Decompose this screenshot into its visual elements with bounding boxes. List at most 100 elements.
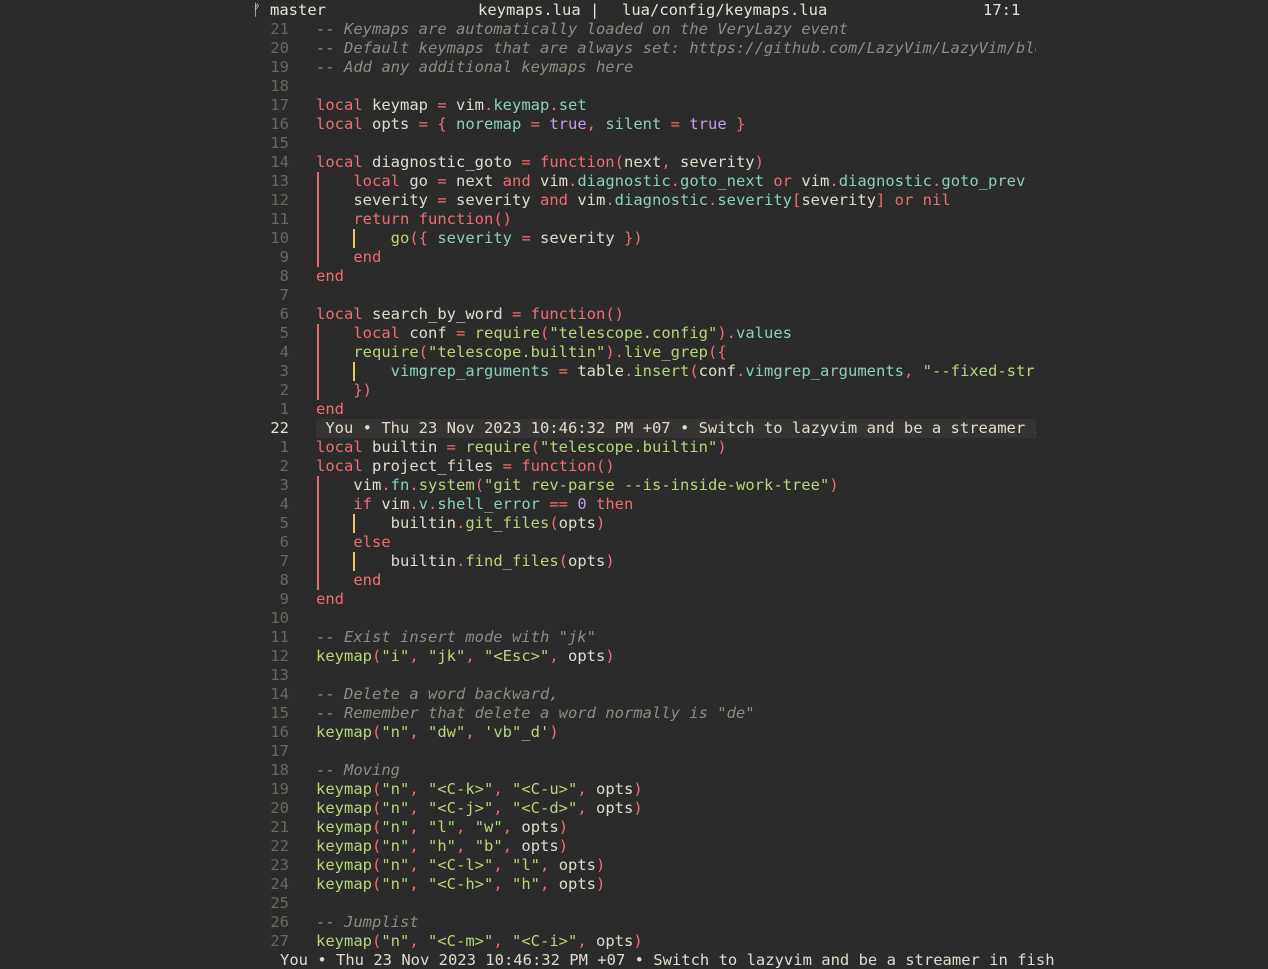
line-number: 17	[270, 96, 289, 114]
code-token: )	[829, 476, 839, 494]
code-token: "telescope.builtin"	[428, 343, 606, 361]
code-line[interactable]: 5 local conf = require("telescope.config…	[0, 324, 1268, 343]
code-token: .	[568, 172, 578, 190]
code-line[interactable]: 8 end	[0, 267, 1268, 286]
line-number: 1	[279, 400, 289, 418]
code-line[interactable]: 4 if vim.v.shell_error == 0 then	[0, 495, 1268, 514]
code-line[interactable]: 18 -- Moving	[0, 761, 1268, 780]
code-line[interactable]: 2 local project_files = function()	[0, 457, 1268, 476]
code-line[interactable]: 6 local search_by_word = function()	[0, 305, 1268, 324]
code-text: keymap("n", "h", "b", opts)	[316, 837, 1036, 856]
code-token: ()	[595, 457, 615, 475]
line-number: 10	[270, 609, 289, 627]
code-token: .	[670, 172, 681, 190]
code-line[interactable]: 3 vimgrep_arguments = table.insert(conf.…	[0, 362, 1268, 381]
code-token: local	[316, 305, 372, 323]
code-line[interactable]: 22 keymap("n", "h", "b", opts)	[0, 837, 1268, 856]
code-token: .	[932, 172, 942, 190]
code-line[interactable]: 20 -- Default keymaps that are always set…	[0, 39, 1268, 58]
code-token: )	[717, 438, 727, 456]
code-line[interactable]: 17	[0, 742, 1268, 761]
code-line[interactable]: 26 -- Jumplist	[0, 913, 1268, 932]
line-number: 8	[279, 267, 289, 285]
code-line[interactable]: 12 severity = severity and vim.diagnosti…	[0, 191, 1268, 210]
line-number: 14	[270, 685, 289, 703]
code-token: ]	[876, 191, 895, 209]
code-token: severity	[316, 191, 438, 209]
line-number: 12	[270, 191, 289, 209]
code-line[interactable]: 13	[0, 666, 1268, 685]
code-line[interactable]: 19 keymap("n", "<C-k>", "<C-u>", opts)	[0, 780, 1268, 799]
line-number: 19	[270, 780, 289, 798]
code-line[interactable]: 23 keymap("n", "<C-l>", "l", opts)	[0, 856, 1268, 875]
line-number: 7	[279, 552, 289, 570]
code-token: "<C-u>"	[512, 780, 578, 798]
code-token: "n"	[381, 837, 410, 855]
code-token: )	[717, 324, 727, 342]
file-tab[interactable]: keymaps.lua |	[478, 1, 599, 20]
code-token: insert	[633, 362, 690, 380]
code-line[interactable]: 1 end	[0, 400, 1268, 419]
code-line[interactable]: 2 })	[0, 381, 1268, 400]
code-token: ({	[708, 343, 727, 361]
code-line[interactable]: 10 go({ severity = severity })	[0, 229, 1268, 248]
code-token: function	[530, 305, 606, 323]
code-text: end	[316, 400, 1036, 419]
code-line[interactable]: 20 keymap("n", "<C-j>", "<C-d>", opts)	[0, 799, 1268, 818]
neovim-window: ᚠ master keymaps.lua | lua/config/keymap…	[0, 0, 1268, 969]
code-token: diagnostic	[838, 172, 933, 190]
code-line[interactable]: 5 builtin.git_files(opts)	[0, 514, 1268, 533]
code-line[interactable]: 16 local opts = { noremap = true, silent …	[0, 115, 1268, 134]
code-line[interactable]: 7 builtin.find_files(opts)	[0, 552, 1268, 571]
code-line[interactable]: 10	[0, 609, 1268, 628]
code-line[interactable]: 3 vim.fn.system("git rev-parse --is-insi…	[0, 476, 1268, 495]
code-line[interactable]: 4 require("telescope.builtin").live_grep…	[0, 343, 1268, 362]
code-text: severity = severity and vim.diagnostic.s…	[316, 191, 1036, 210]
code-line[interactable]: 27 keymap("n", "<C-m>", "<C-i>", opts)	[0, 932, 1268, 951]
line-number: 2	[279, 457, 289, 475]
line-number: 7	[279, 286, 289, 304]
code-line[interactable]: 9 end	[0, 248, 1268, 267]
code-line[interactable]: 13 local go = next and vim.diagnostic.go…	[0, 172, 1268, 191]
code-line[interactable]: 12 keymap("i", "jk", "<Esc>", opts)	[0, 647, 1268, 666]
code-token: vimgrep_arguments	[745, 362, 904, 380]
code-line[interactable]: 7	[0, 286, 1268, 305]
code-token: "l"	[428, 818, 457, 836]
code-line[interactable]: 21 keymap("n", "l", "w", opts)	[0, 818, 1268, 837]
code-text: end	[316, 267, 1036, 286]
code-line[interactable]: 17 local keymap = vim.keymap.set	[0, 96, 1268, 115]
code-editor[interactable]: 21 -- Keymaps are automatically loaded on…	[0, 20, 1268, 951]
code-line[interactable]: 19 -- Add any additional keymaps here	[0, 58, 1268, 77]
code-line[interactable]: 14 local diagnostic_goto = function(next,…	[0, 153, 1268, 172]
code-line[interactable]: 15	[0, 134, 1268, 153]
code-token: ==	[549, 495, 578, 513]
code-line[interactable]: 24 keymap("n", "<C-h>", "h", opts)	[0, 875, 1268, 894]
code-text: end	[316, 248, 1036, 267]
code-token: }	[736, 115, 746, 133]
code-line[interactable]: 8 end	[0, 571, 1268, 590]
code-token: local	[316, 438, 372, 456]
code-token: "dw"	[428, 723, 466, 741]
code-text: go({ severity = severity })	[316, 229, 1036, 248]
code-token: -- Delete a word backward,	[316, 685, 559, 703]
code-line[interactable]: 15 -- Remember that delete a word normall…	[0, 704, 1268, 723]
code-line[interactable]: 25	[0, 894, 1268, 913]
code-token: "jk"	[428, 647, 466, 665]
code-token: set	[558, 96, 587, 114]
code-line[interactable]: 6 else	[0, 533, 1268, 552]
code-line[interactable]: 9 end	[0, 590, 1268, 609]
code-line[interactable]: 1 local builtin = require("telescope.buil…	[0, 438, 1268, 457]
code-token: =	[437, 191, 456, 209]
code-line[interactable]: 14 -- Delete a word backward,	[0, 685, 1268, 704]
code-token: function	[521, 457, 596, 475]
line-number: 13	[270, 172, 289, 190]
code-line[interactable]: 16 keymap("n", "dw", 'vb"_d')	[0, 723, 1268, 742]
code-line[interactable]: 11 return function()	[0, 210, 1268, 229]
code-line[interactable]: 18	[0, 77, 1268, 96]
code-token: opts	[372, 115, 419, 133]
code-token: )	[558, 837, 569, 855]
code-line[interactable]: 11 -- Exist insert mode with "jk"	[0, 628, 1268, 647]
code-token: .	[409, 476, 419, 494]
code-line[interactable]: 22 You • Thu 23 Nov 2023 10:46:32 PM +07…	[0, 419, 1268, 438]
code-line[interactable]: 21 -- Keymaps are automatically loaded on…	[0, 20, 1268, 39]
